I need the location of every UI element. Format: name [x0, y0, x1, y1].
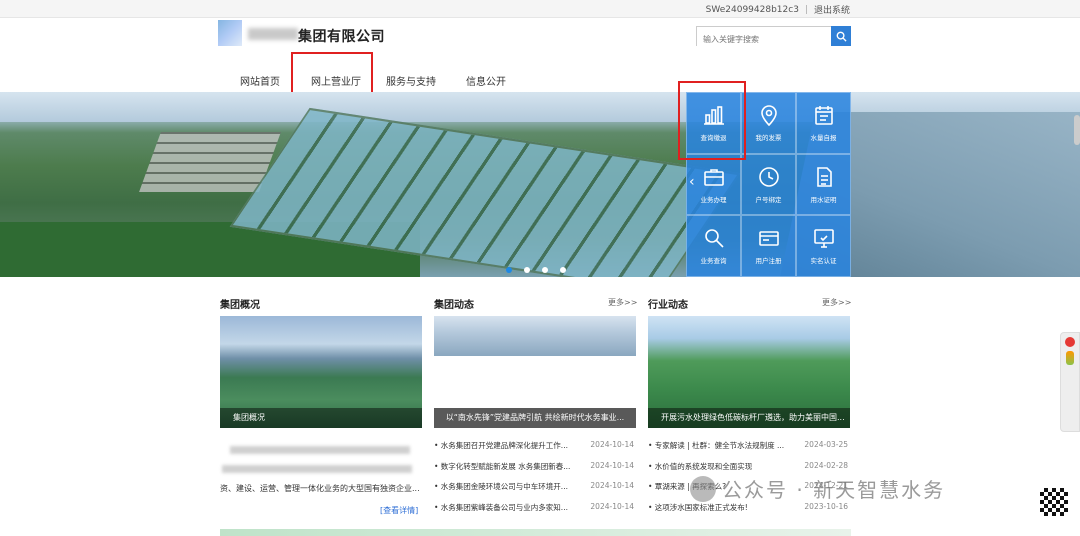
more-link-group-news[interactable]: 更多>> — [608, 297, 637, 308]
user-info: SWe24099428b12c3 | 退出系统 — [705, 3, 850, 17]
top-bar: SWe24099428b12c3 | 退出系统 — [0, 0, 1080, 18]
tile-user-register[interactable]: 用户注册 — [741, 215, 796, 277]
overview-image[interactable]: 集团概况 — [220, 316, 422, 428]
section-title-industry-news: 行业动态 — [648, 300, 688, 311]
qr-code — [1038, 486, 1070, 518]
tile-account-bind[interactable]: 户号绑定 — [741, 153, 796, 216]
list-item[interactable]: • 水务集团金陵环境公司与中车环境开... 2024-10-14 — [434, 481, 636, 502]
annotation-box-tile — [678, 81, 746, 160]
logo-blurred-name — [248, 28, 298, 40]
tile-water-report[interactable]: 水量自报 — [796, 92, 851, 154]
tile-label: 水量自报 — [810, 134, 837, 143]
nav-info-public[interactable]: 信息公开 — [466, 73, 506, 88]
news-title: • 水务集团紫峰装备公司与业内多家知... — [434, 502, 568, 512]
news-date: 2024-10-14 — [590, 481, 634, 490]
side-toolbar[interactable] — [1060, 332, 1080, 432]
news-title: • 水价值的系统发现和全面实现 — [648, 461, 753, 471]
search-button[interactable] — [831, 26, 851, 46]
section-title-overview: 集团概况 — [220, 300, 260, 311]
news-title: • 水务集团金陵环境公司与中车环境开... — [434, 482, 568, 491]
blurred-text — [222, 465, 412, 473]
more-link-industry-news[interactable]: 更多>> — [822, 297, 851, 308]
main-nav: 网站首页 网上营业厅 服务与支持 信息公开 — [0, 68, 1080, 92]
location-icon — [760, 105, 777, 127]
separator: | — [804, 4, 808, 15]
industry-news-caption: 开展污水处理绿色低碳标杆厂遴选，助力美丽中国... — [648, 408, 850, 428]
carousel-dot[interactable] — [542, 267, 548, 273]
tile-label: 用水证明 — [810, 195, 837, 204]
company-name[interactable]: 集团有限公司 — [298, 26, 385, 46]
tile-realname[interactable]: 实名认证 — [796, 215, 851, 277]
traffic-light-icon[interactable] — [1066, 351, 1074, 365]
group-news-list: • 水务集团召开党建品牌深化提升工作... 2024-10-14 • 数字化转型赋… — [434, 440, 636, 522]
username: SWe24099428b12c3 — [705, 4, 799, 15]
bottom-banner-strip — [220, 529, 851, 536]
search-input[interactable] — [697, 30, 831, 49]
news-date: 2024-10-14 — [590, 460, 634, 470]
group-news-caption[interactable]: 以“南水先锋”党建品牌引航 共绘新时代水务事业... — [434, 408, 636, 428]
scroll-indicator[interactable] — [1074, 115, 1080, 145]
overview-caption: 集团概况 — [220, 408, 422, 428]
document-icon — [816, 167, 832, 187]
watermark: 公众号 · 新天智慧水务 — [690, 474, 945, 503]
list-item[interactable]: • 水务集团召开党建品牌深化提升工作... 2024-10-14 — [434, 440, 636, 461]
carousel-dot[interactable] — [524, 267, 530, 273]
news-title: • 专家解读 | 杜群：健全节水法规制度 ... — [648, 441, 785, 450]
carousel-dot[interactable] — [560, 267, 566, 273]
group-news-image[interactable] — [434, 316, 636, 356]
tile-my-invoice[interactable]: 我的发票 — [741, 92, 796, 154]
annotation-box-nav — [291, 52, 373, 97]
carousel-dot[interactable] — [506, 267, 512, 273]
hero-banner — [0, 92, 1080, 277]
shield-icon[interactable] — [1065, 337, 1075, 347]
tile-label: 业务查询 — [700, 257, 727, 266]
chevron-left-icon[interactable]: ‹ — [689, 174, 695, 190]
search-box — [696, 26, 851, 49]
tile-business-query[interactable]: 业务查询 — [686, 215, 741, 277]
search-icon — [704, 229, 724, 249]
tile-label: 业务办理 — [700, 195, 727, 204]
tile-label: 户号绑定 — [755, 195, 782, 204]
tile-label: 实名认证 — [810, 257, 837, 266]
news-title: • 数字化转型赋能新发展 水务集团新春... — [434, 461, 571, 471]
overview-more-link[interactable]: [查看详情] — [380, 505, 418, 516]
search-icon — [836, 31, 847, 42]
news-date: 2024-02-28 — [804, 460, 848, 470]
id-card-icon — [758, 231, 779, 247]
section-title-group-news: 集团动态 — [434, 300, 474, 311]
list-item[interactable]: • 这项涉水国家标准正式发布! 2023-10-16 — [648, 502, 850, 523]
news-title: • 这项涉水国家标准正式发布! — [648, 502, 748, 512]
list-item[interactable]: • 水务集团紫峰装备公司与业内多家知... 2024-10-14 — [434, 502, 636, 523]
briefcase-icon — [703, 169, 724, 186]
nav-service-support[interactable]: 服务与支持 — [386, 73, 436, 88]
wechat-icon — [690, 475, 716, 502]
tile-label: 我的发票 — [755, 134, 782, 143]
nav-home[interactable]: 网站首页 — [240, 73, 280, 88]
list-item[interactable]: • 专家解读 | 杜群：健全节水法规制度 ... 2024-03-25 — [648, 440, 850, 461]
clock-icon — [758, 167, 779, 187]
calendar-icon — [814, 106, 833, 126]
logo-mark — [218, 20, 242, 46]
logout-link[interactable]: 退出系统 — [814, 3, 850, 16]
news-date: 2024-10-14 — [590, 440, 634, 449]
news-date: 2024-03-25 — [804, 440, 848, 449]
carousel-dots — [506, 267, 566, 273]
news-title: • 水务集团召开党建品牌深化提升工作... — [434, 441, 568, 450]
list-item[interactable]: • 数字化转型赋能新发展 水务集团新春... 2024-10-14 — [434, 461, 636, 482]
tile-label: 用户注册 — [755, 257, 782, 266]
tile-water-cert[interactable]: 用水证明 — [796, 153, 851, 216]
blurred-text — [230, 446, 410, 454]
overview-intro: 资、建设、运营、管理一体化业务的大型国有独资企业... — [220, 484, 420, 493]
watermark-text: 公众号 · 新天智慧水务 — [722, 478, 946, 502]
industry-news-image[interactable]: 开展污水处理绿色低碳标杆厂遴选，助力美丽中国... — [648, 316, 850, 428]
news-date: 2024-10-14 — [590, 501, 634, 511]
monitor-icon — [813, 229, 834, 249]
